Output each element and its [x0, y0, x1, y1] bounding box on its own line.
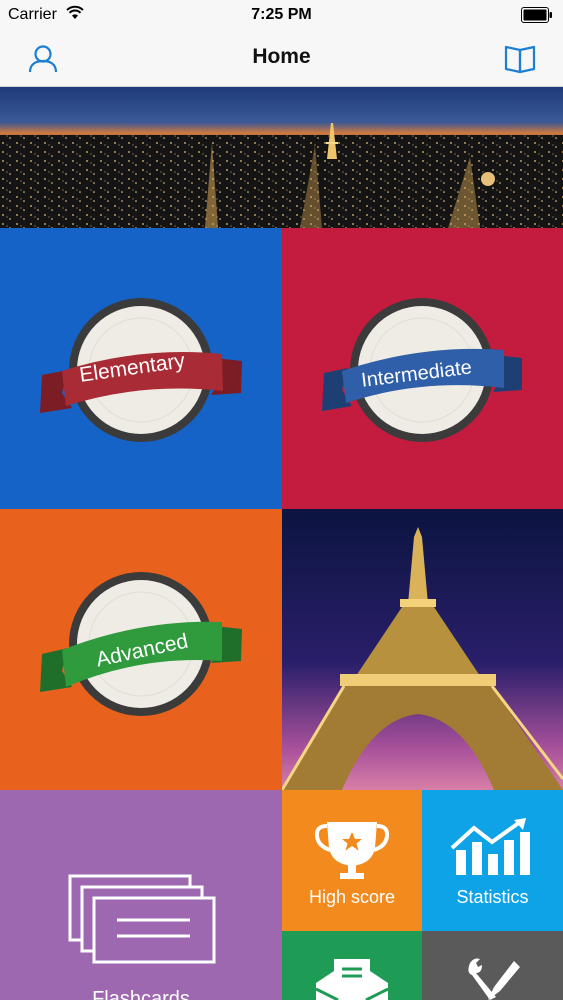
- navigation-bar: Home: [0, 30, 563, 87]
- clock: 7:25 PM: [251, 6, 312, 23]
- intermediate-level-tile[interactable]: Intermediate: [282, 228, 563, 509]
- battery-icon: [521, 7, 552, 23]
- cards-icon: [68, 874, 216, 964]
- eiffel-tower-image: [282, 509, 563, 790]
- book-icon: [504, 45, 536, 74]
- trophy-icon: [314, 822, 390, 879]
- high-score-label: High score: [308, 887, 396, 907]
- statistics-tile[interactable]: Statistics: [422, 790, 563, 931]
- mail-tile[interactable]: [282, 931, 422, 1000]
- paris-skyline-image: [0, 87, 563, 228]
- wrench-icon: [468, 958, 520, 1000]
- chart-icon: [450, 818, 530, 875]
- high-score-tile[interactable]: High score: [282, 790, 422, 931]
- settings-tile[interactable]: [422, 931, 563, 1000]
- page-title: Home: [252, 45, 311, 68]
- statistics-label: Statistics: [456, 887, 529, 907]
- dictionary-button[interactable]: [501, 39, 541, 79]
- advanced-level-tile[interactable]: Advanced: [0, 509, 282, 790]
- status-bar: Carrier 7:25 PM: [0, 0, 563, 30]
- mail-icon: [315, 959, 389, 1000]
- elementary-level-tile[interactable]: Elementary: [0, 228, 282, 509]
- flashcards-tile[interactable]: [0, 790, 282, 1000]
- flashcards-label: Flashcards: [92, 988, 190, 1000]
